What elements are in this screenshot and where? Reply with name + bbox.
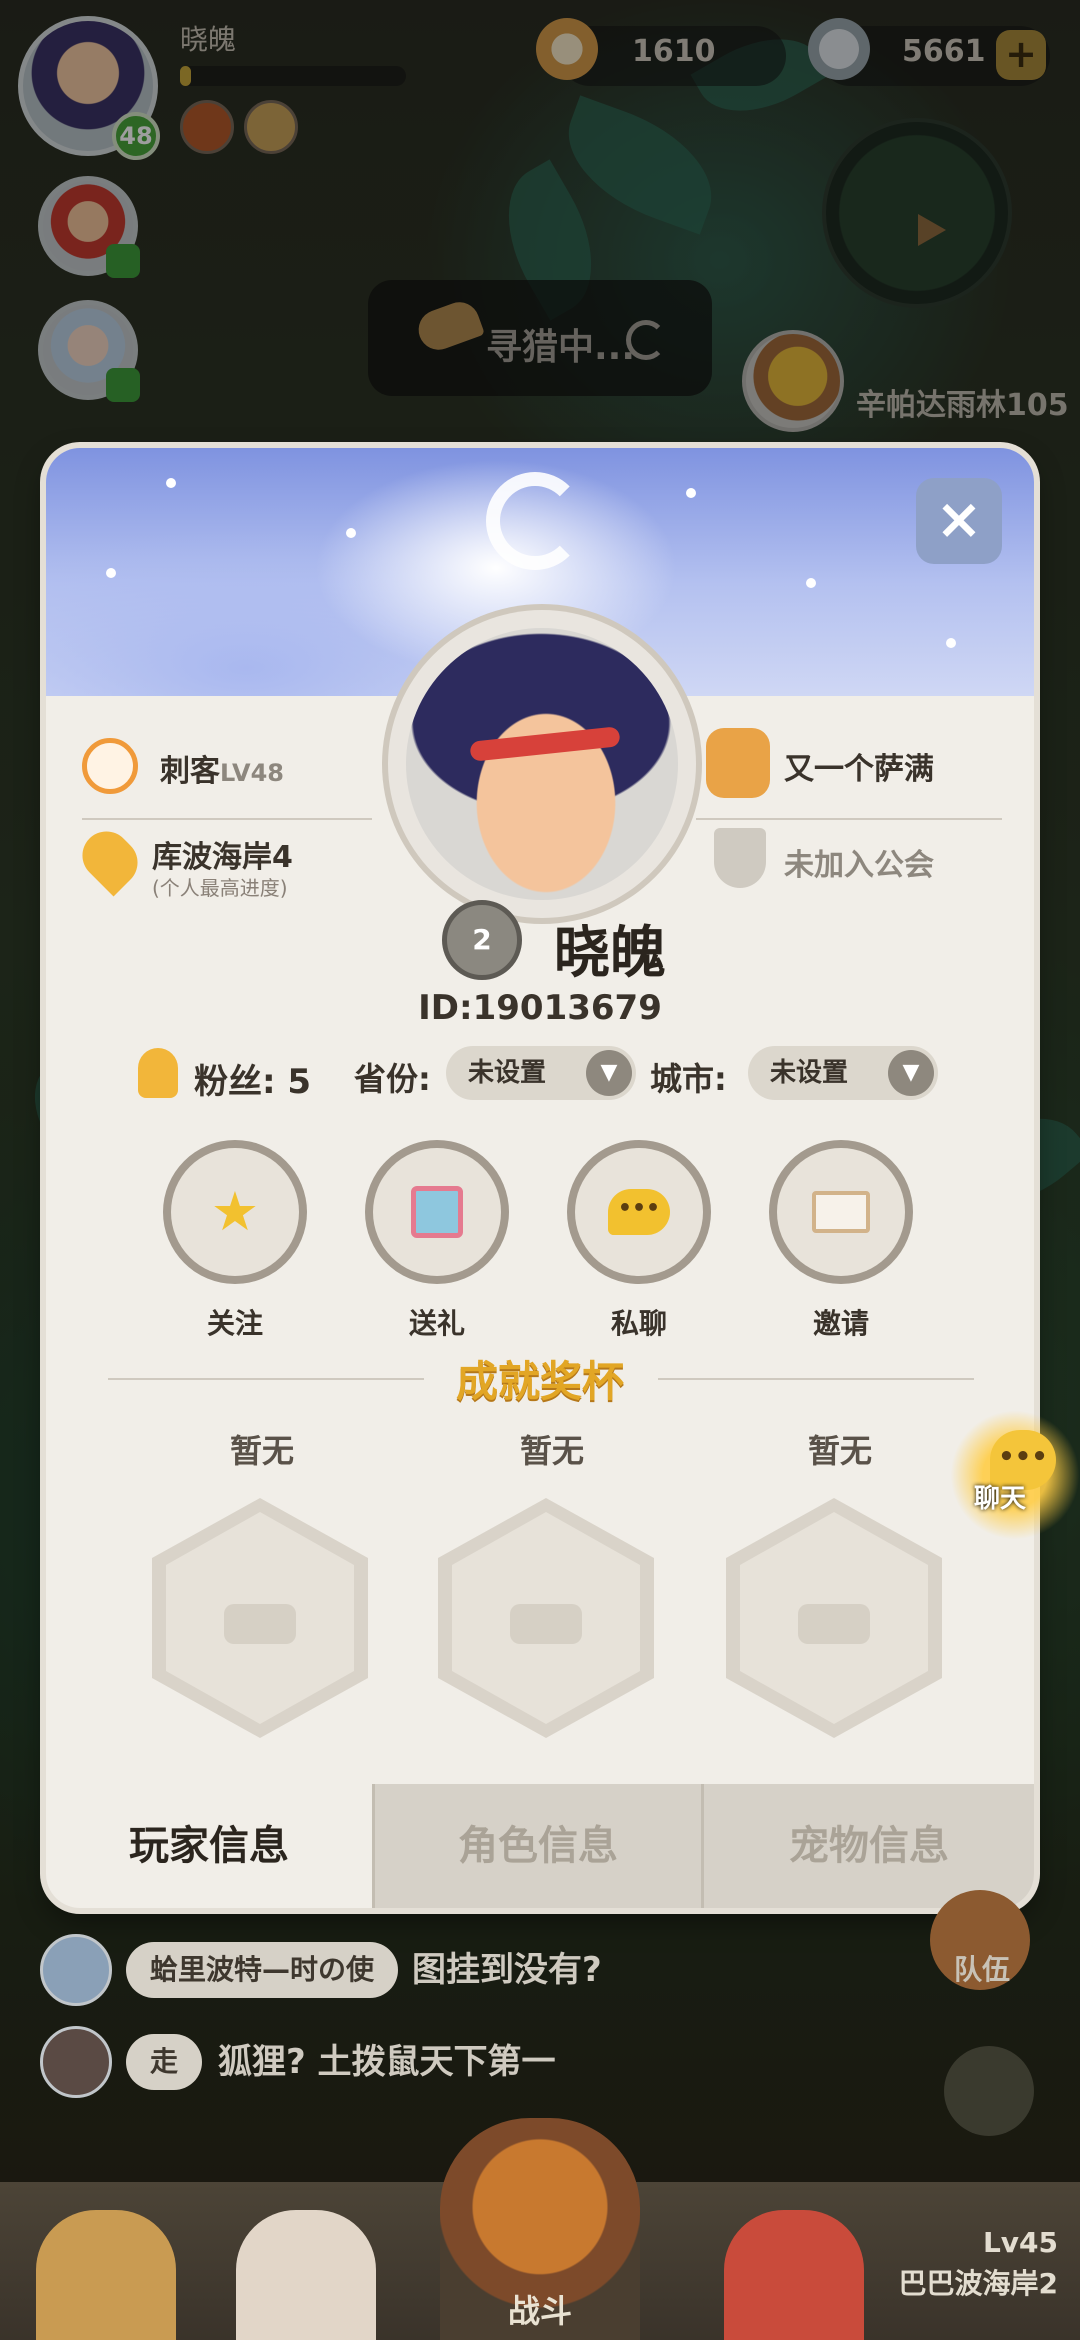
gift-circle	[373, 1148, 501, 1276]
chevron-down-icon: ▼	[586, 1050, 632, 1096]
headband-decoration	[469, 726, 621, 762]
chevron-down-icon: ▼	[888, 1050, 934, 1096]
snow-decoration	[106, 568, 116, 578]
divider	[696, 818, 1002, 820]
battle-label: 战斗	[508, 2292, 573, 2330]
empty-trophy-icon	[798, 1604, 870, 1644]
fans-count: 粉丝: 5	[194, 1062, 312, 1102]
empty-trophy-icon	[510, 1604, 582, 1644]
snow-decoration	[346, 528, 356, 538]
fans-person-icon	[138, 1048, 178, 1098]
trophy-empty-label: 暂无	[519, 1432, 584, 1470]
locked-level-label: Lv45	[982, 2226, 1058, 2259]
gift-icon	[411, 1186, 463, 1238]
trophy-slot-inner	[740, 1512, 928, 1724]
guild-status: 未加入公会	[784, 848, 934, 883]
assassin-class-icon	[82, 738, 138, 794]
star-icon: ★	[210, 1180, 260, 1243]
partner-label[interactable]: 又一个萨满	[784, 744, 934, 788]
city-select[interactable]: 未设置 ▼	[748, 1046, 938, 1100]
private-chat-button[interactable]: ••• 私聊	[574, 1148, 704, 1342]
chat-line[interactable]: 蛤里波特—时の使 图挂到没有?	[40, 1934, 680, 2008]
chat-sender-tag: 蛤里波特—时の使	[126, 1942, 399, 1998]
province-select[interactable]: 未设置 ▼	[446, 1046, 636, 1100]
rank-badge-icon: 2	[442, 900, 522, 980]
locked-stage-label: 巴巴波海岸2	[898, 2267, 1058, 2300]
location-pin-icon	[72, 821, 148, 897]
class-label: 刺客LV48	[160, 754, 284, 789]
team-label: 队伍	[954, 1953, 1011, 1986]
divider	[82, 818, 372, 820]
tab-character-info[interactable]: 角色信息	[375, 1784, 701, 1908]
province-value: 未设置	[468, 1058, 547, 1088]
location-label: 库波海岸4	[152, 840, 293, 875]
character-portrait-image	[406, 628, 678, 900]
chat-message: 图挂到没有?	[412, 1950, 602, 1990]
trophy-section-title: 成就奖杯	[455, 1357, 624, 1406]
chat-button[interactable]	[944, 2046, 1034, 2136]
nav-character-slot[interactable]	[724, 2210, 864, 2340]
province-label: 省份:	[354, 1060, 431, 1098]
tab-player-info[interactable]: 玩家信息	[46, 1784, 372, 1908]
profile-portrait	[388, 610, 696, 918]
envelope-icon	[812, 1191, 870, 1233]
snow-decoration	[166, 478, 176, 488]
floating-chat-button[interactable]: ••• 聊天	[950, 1410, 1080, 1540]
chat-bubble-icon: •••	[608, 1189, 670, 1235]
trophy-slot-inner	[166, 1512, 354, 1724]
follow-circle: ★	[171, 1148, 299, 1276]
chat-circle: •••	[575, 1148, 703, 1276]
snow-decoration	[806, 578, 816, 588]
invite-label: 邀请	[812, 1307, 869, 1340]
trophy-slot[interactable]	[438, 1498, 654, 1738]
location-note: (个人最高进度)	[152, 876, 288, 900]
nav-character-slot[interactable]	[36, 2210, 176, 2340]
invite-button[interactable]: 邀请	[776, 1148, 906, 1342]
follow-label: 关注	[206, 1307, 263, 1340]
invite-circle	[777, 1148, 905, 1276]
empty-trophy-icon	[224, 1604, 296, 1644]
floating-chat-label: 聊天	[974, 1484, 1027, 1514]
close-button[interactable]: ×	[916, 478, 1002, 564]
send-gift-label: 送礼	[408, 1307, 465, 1340]
chat-avatar	[40, 1934, 112, 2006]
player-id: ID:19013679	[418, 988, 662, 1028]
chat-sender-tag: 走	[126, 2034, 203, 2090]
snow-decoration	[686, 488, 696, 498]
player-profile-dialog: × 刺客LV48 库波海岸4 (个人最高进度) 又一个萨满 未加入公会 2 晓魄…	[46, 448, 1034, 1908]
trophy-slot[interactable]	[152, 1498, 368, 1738]
city-label: 城市:	[650, 1060, 727, 1098]
send-gift-button[interactable]: 送礼	[372, 1148, 502, 1342]
private-chat-label: 私聊	[610, 1307, 667, 1340]
city-value: 未设置	[770, 1058, 849, 1088]
trophy-empty-label: 暂无	[229, 1432, 294, 1470]
chat-avatar	[40, 2026, 112, 2098]
trophy-slot[interactable]	[726, 1498, 942, 1738]
moon-emblem-icon	[486, 472, 584, 570]
trophy-slot-inner	[452, 1512, 640, 1724]
nav-character-slot[interactable]	[236, 2210, 376, 2340]
follow-button[interactable]: ★ 关注	[170, 1148, 300, 1342]
snow-decoration	[946, 638, 956, 648]
trophy-empty-label: 暂无	[807, 1432, 872, 1470]
class-level: LV48	[220, 759, 284, 787]
shaman-partner-icon	[706, 728, 770, 798]
guild-banner-icon	[714, 828, 766, 888]
chat-line[interactable]: 走 狐狸? 土拨鼠天下第一	[40, 2026, 660, 2100]
player-name: 晓魄	[554, 921, 666, 986]
chat-message: 狐狸? 土拨鼠天下第一	[218, 2042, 556, 2082]
profile-tabbar: 玩家信息 角色信息 宠物信息	[46, 1784, 1034, 1908]
